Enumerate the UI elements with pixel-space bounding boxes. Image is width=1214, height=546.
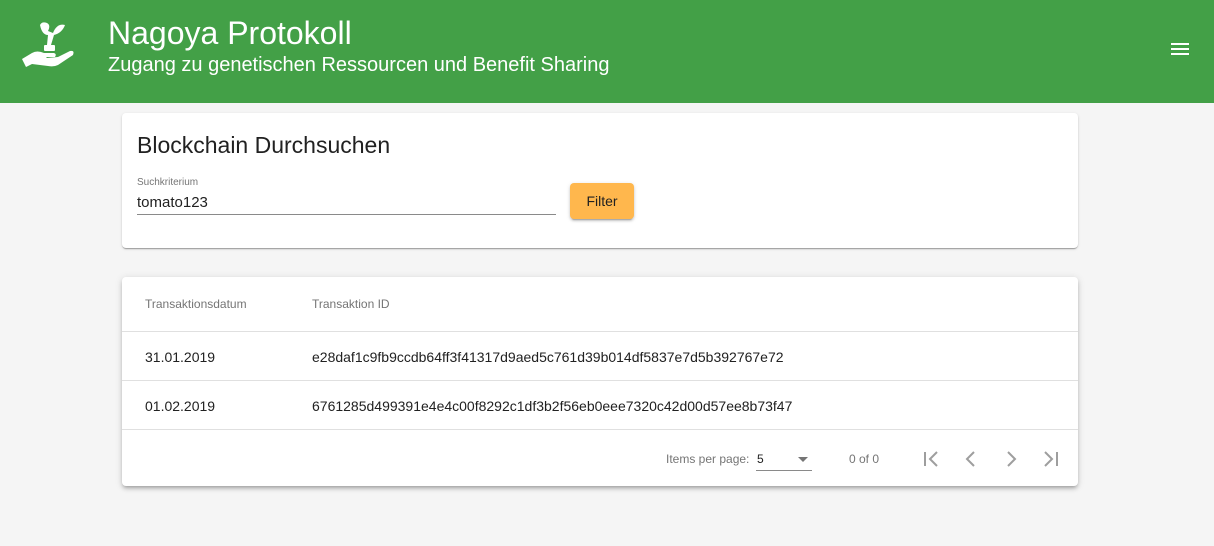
last-page-icon[interactable]	[1035, 444, 1065, 474]
cell-transaction-id: 6761285d499391e4e4c00f8292c1df3b2f56eb0e…	[312, 398, 793, 414]
dropdown-arrow-icon	[798, 457, 808, 462]
search-card: Blockchain Durchsuchen Suchkriterium Fil…	[122, 113, 1078, 248]
items-per-page-value: 5	[757, 452, 764, 466]
cell-date: 01.02.2019	[145, 398, 216, 414]
items-per-page-select[interactable]: 5	[756, 447, 812, 471]
app-subtitle: Zugang zu genetischen Ressourcen und Ben…	[108, 54, 610, 76]
search-field-label: Suchkriterium	[137, 177, 199, 188]
transactions-table-card: Transaktionsdatum Transaktion ID 31.01.2…	[122, 277, 1078, 486]
column-header-transaction-id: Transaktion ID	[312, 297, 390, 311]
cell-transaction-id: e28daf1c9fb9ccdb64ff3f41317d9aed5c761d39…	[312, 349, 784, 365]
hand-with-plant-icon	[20, 17, 76, 73]
table-row: 01.02.2019 6761285d499391e4e4c00f8292c1d…	[122, 381, 1078, 430]
table-row: 31.01.2019 e28daf1c9fb9ccdb64ff3f41317d9…	[122, 332, 1078, 381]
paginator: Items per page: 5 0 of 0	[122, 431, 1078, 486]
app-header: Nagoya Protokoll Zugang zu genetischen R…	[0, 0, 1214, 103]
next-page-icon[interactable]	[996, 444, 1026, 474]
table-header: Transaktionsdatum Transaktion ID	[122, 277, 1078, 332]
column-header-date: Transaktionsdatum	[145, 297, 247, 311]
first-page-icon[interactable]	[917, 444, 947, 474]
cell-date: 31.01.2019	[145, 349, 216, 365]
filter-button[interactable]: Filter	[570, 183, 634, 219]
range-label: 0 of 0	[849, 452, 880, 466]
previous-page-icon[interactable]	[956, 444, 986, 474]
app-title: Nagoya Protokoll	[108, 15, 352, 51]
items-per-page-label: Items per page:	[666, 452, 750, 466]
search-input[interactable]	[137, 191, 556, 215]
hamburger-menu-icon[interactable]	[1166, 36, 1194, 64]
search-card-title: Blockchain Durchsuchen	[137, 132, 391, 158]
